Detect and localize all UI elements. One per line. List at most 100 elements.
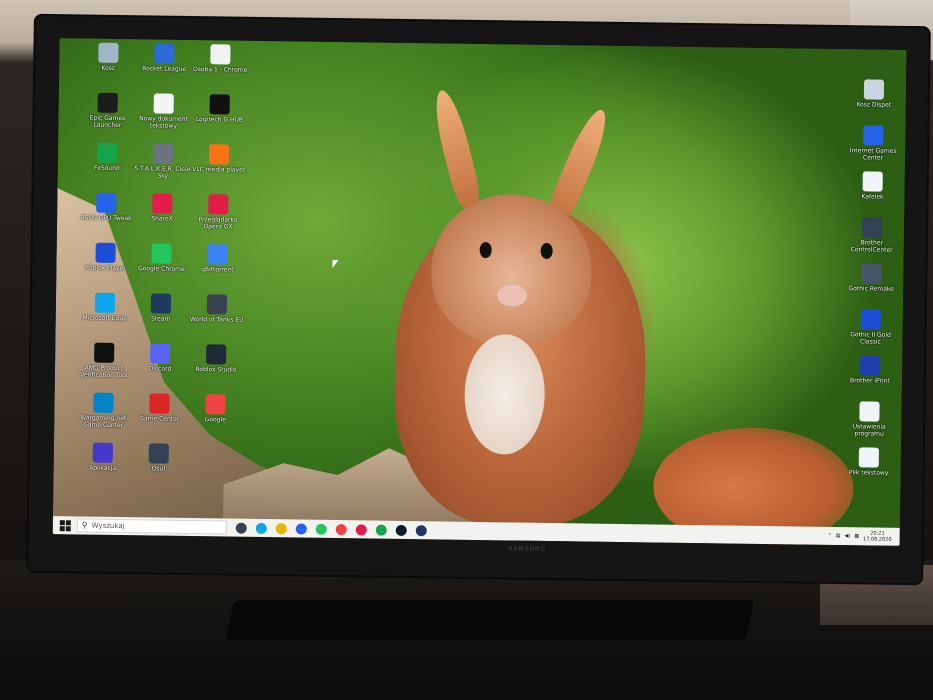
desktop-icon-label: Przeglądarka Opera GX xyxy=(198,216,238,231)
desktop-icon-steam-icon[interactable]: Steam xyxy=(132,293,190,323)
taskbar-chrome-icon[interactable] xyxy=(335,523,347,535)
sharex-icon xyxy=(152,193,173,214)
desktop-icon-epic-games-icon[interactable]: Epic Games Launcher xyxy=(78,92,136,129)
keyboard xyxy=(225,600,755,640)
taskbar-steam-icon[interactable] xyxy=(415,524,427,536)
desktop-icon-file-icon[interactable]: Kafelek xyxy=(847,171,897,201)
windows-logo-icon xyxy=(65,525,71,531)
text-file-icon xyxy=(153,93,174,114)
desktop-icon-discord-icon[interactable]: Discord xyxy=(131,343,189,373)
iprint-icon xyxy=(859,355,881,376)
desktop-icon-gothic-icon[interactable]: Gothic Remake xyxy=(846,263,896,293)
desktop-icon-doc-icon[interactable]: Ustawienia programu xyxy=(844,401,894,438)
desktop-icon-label: World of Tanks EU xyxy=(189,315,244,324)
rocket-league-icon xyxy=(154,43,175,64)
desktop-icon-gothic-2-icon[interactable]: Gothic II Gold Classic xyxy=(845,309,895,346)
monitor: Kosz Rocket League Osoba 1 - Chrome Epic Ga… xyxy=(28,15,929,584)
desktop-icon-label: ShareX xyxy=(151,215,173,223)
taskbar-settings-icon[interactable] xyxy=(395,524,407,536)
stalker-icon xyxy=(152,143,174,164)
desktop-icon-wot-icon[interactable]: World of Tanks EU xyxy=(188,294,246,324)
desktop-icon-osu-icon[interactable]: Osu! xyxy=(130,443,188,473)
file-icon xyxy=(210,44,231,65)
monitor-brand: SAMSUNG xyxy=(508,545,547,553)
desktop-icon-label: AMD Product Verification Tool xyxy=(80,364,128,380)
wargaming-icon xyxy=(93,392,114,413)
desktop-icon-label: Microsoft Edge xyxy=(82,314,127,323)
desktop-icon-roblox-studio-icon[interactable]: Roblox Studio xyxy=(187,344,245,374)
desktop-icon-label: Osu! xyxy=(151,465,166,473)
desktop-icon-label: Google xyxy=(204,416,226,424)
chevron-up-icon[interactable]: ⌃ xyxy=(828,533,832,539)
clock-date: 17.08.2020 xyxy=(863,536,892,543)
edge-icon xyxy=(94,292,116,313)
desktop-icon-opera-gx-icon[interactable]: Przeglądarka Opera GX xyxy=(189,194,247,231)
desktop-icon-label: qBittorrent xyxy=(201,266,234,274)
desktop-icon-wargaming-icon[interactable]: Wargaming.net Game Center xyxy=(74,392,132,429)
desktop-icon-qbittorrent-icon[interactable]: qBittorrent xyxy=(188,244,246,274)
wot-icon xyxy=(206,294,228,315)
desktop-icon-label: Kosz xyxy=(101,64,116,72)
desktop-icon-roblox-icon[interactable]: Roblox Player xyxy=(76,242,134,272)
desktop-icon-recycle-bin-icon[interactable]: Kosz xyxy=(79,42,137,72)
desktop-icon-label: S.T.A.L.K.E.R. Clear Sky xyxy=(134,165,192,180)
desktop-icon-label: Brother ControlCenter xyxy=(850,239,893,254)
desktop-icon-game-center-icon[interactable]: Game Center xyxy=(130,393,188,423)
desktop-icon-sharex-icon[interactable]: ShareX xyxy=(133,193,191,223)
opera-gx-icon xyxy=(208,194,229,215)
network-icon[interactable]: ▤ xyxy=(836,533,841,539)
gothic-icon xyxy=(861,263,882,284)
desktop-icon-label: Epic Games Launcher xyxy=(89,114,126,129)
chrome-icon xyxy=(151,243,172,264)
desktop-icon-recycle-bin-icon[interactable]: Kosz Dispet xyxy=(849,79,899,109)
sound-icon xyxy=(96,142,118,163)
taskbar-search-box[interactable]: ⚲ Wyszukaj xyxy=(76,518,227,535)
desktop-icon-logitech-icon[interactable]: Logitech G HUB xyxy=(190,94,248,124)
logitech-icon xyxy=(209,94,230,115)
desktop-screen: Kosz Rocket League Osoba 1 - Chrome Epic Ga… xyxy=(52,38,907,546)
wallpaper-squirrel-head xyxy=(430,193,593,346)
qbittorrent-icon xyxy=(207,244,228,265)
desktop-icon-stalker-icon[interactable]: S.T.A.L.K.E.R. Clear Sky xyxy=(134,143,192,180)
gothic-2-icon xyxy=(860,309,881,330)
desktop-icon-maps-icon[interactable]: Google xyxy=(186,394,244,424)
taskbar-opera-gx-icon[interactable] xyxy=(355,523,367,535)
asus-icon xyxy=(96,192,117,213)
language-icon[interactable]: ▦ xyxy=(854,533,859,539)
desktop-icon-amd-icon[interactable]: AMD Product Verification Tool xyxy=(75,342,133,379)
desktop-icon-vlc-icon[interactable]: VLC media player xyxy=(190,144,248,174)
desktop-icon-iprint-icon[interactable]: Brother iPrint xyxy=(845,355,895,385)
mouse-cursor-icon xyxy=(332,259,339,269)
desktop-icon-label: Kosz Dispet xyxy=(856,101,892,109)
taskbar-chrome-icon[interactable] xyxy=(315,523,327,535)
taskbar-spotify-icon[interactable] xyxy=(375,524,387,536)
desktop-icon-edge-icon[interactable]: Microsoft Edge xyxy=(76,292,134,322)
windows-logo-icon xyxy=(59,519,65,525)
desktop-icon-file-icon[interactable]: Osoba 1 - Chrome xyxy=(191,44,249,74)
desktop-icon-label: Rocket League xyxy=(142,65,187,73)
desktop-icon-text-file-icon[interactable]: Nowy dokument tekstowy xyxy=(134,93,192,130)
desktop-icon-app-icon[interactable]: Aplikacja xyxy=(74,442,132,472)
desktop-icon-label: Osoba 1 - Chrome xyxy=(193,65,248,74)
desktop-icon-label: Aplikacja xyxy=(89,464,117,472)
start-button[interactable] xyxy=(57,517,73,533)
desktop-icon-asus-icon[interactable]: ASUS GPU Tweak xyxy=(77,192,135,222)
desktop-icon-sound-icon[interactable]: FxSound xyxy=(78,142,136,172)
desktop-icon-rocket-league-icon[interactable]: Rocket League xyxy=(135,43,193,73)
taskbar-mail-icon[interactable] xyxy=(295,522,307,535)
recycle-bin-icon xyxy=(98,42,119,63)
taskbar-task-view-icon[interactable] xyxy=(235,522,247,534)
recycle-bin-icon xyxy=(863,79,885,100)
desktop-icon-label: Gothic Remake xyxy=(848,285,894,293)
desktop-icon-doc-icon[interactable]: Plik tekstowy xyxy=(844,447,894,477)
taskbar-clock[interactable]: 20:21 17.08.2020 xyxy=(863,530,892,542)
roblox-studio-icon xyxy=(206,344,227,365)
taskbar-edge-icon[interactable] xyxy=(255,522,267,534)
taskbar-file-explorer-icon[interactable] xyxy=(275,522,287,534)
desktop-icon-brother-icon[interactable]: Brother ControlCenter xyxy=(847,217,897,254)
desktop-icon-games-icon[interactable]: Internet Games Center xyxy=(848,125,898,162)
steam-icon xyxy=(150,293,172,314)
doc-icon xyxy=(858,447,879,468)
volume-icon[interactable]: ◀) xyxy=(845,533,851,539)
desktop-icon-chrome-icon[interactable]: Google Chrome xyxy=(132,243,190,273)
